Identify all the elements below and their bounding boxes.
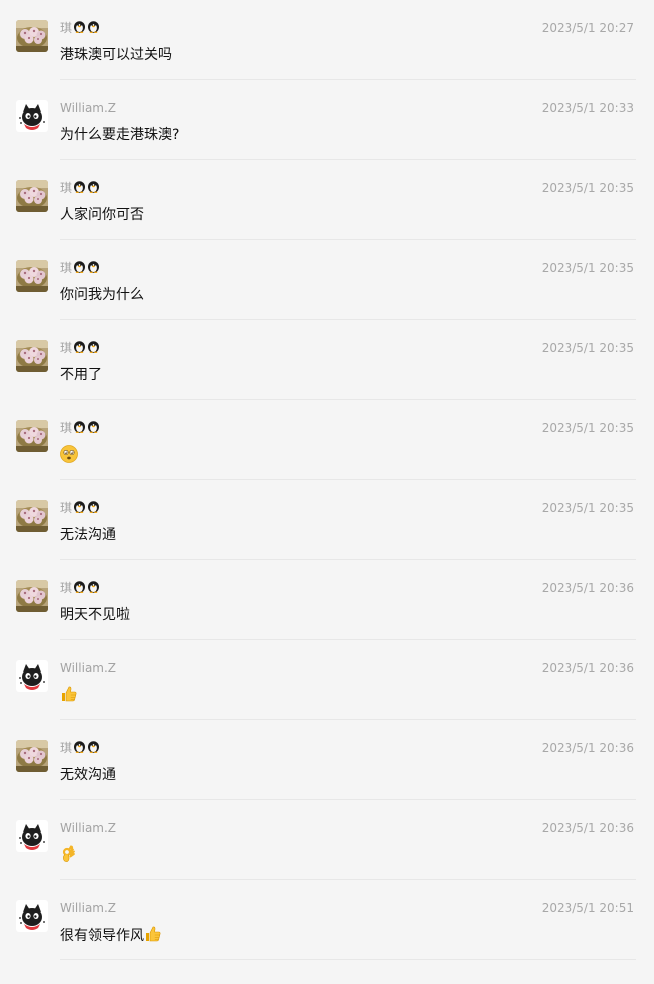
penguin-emoji-icon [87,261,100,273]
black-cat-avatar[interactable] [16,660,48,692]
sender-name: 琪 [60,500,100,516]
message-timestamp: 2023/5/1 20:27 [541,21,634,35]
message-text[interactable]: 不用了 [60,365,102,385]
message-timestamp: 2023/5/1 20:36 [541,661,634,675]
dizzy-face-emoji-icon [60,445,78,463]
message-text[interactable]: 无效沟通 [60,765,116,785]
message-timestamp: 2023/5/1 20:36 [541,821,634,835]
message-item: 琪 2023/5/1 20:35 无法沟通 [0,480,654,560]
steamed-buns-avatar[interactable] [16,20,48,52]
penguin-emoji-icon [73,581,86,593]
message-timestamp: 2023/5/1 20:33 [541,101,634,115]
message-timestamp: 2023/5/1 20:51 [541,901,634,915]
penguin-emoji-icon [87,181,100,193]
message-item: 琪 2023/5/1 20:35 [0,400,654,480]
message-item: William.Z 2023/5/1 20:51 很有领导作风 [0,880,654,960]
steamed-buns-avatar[interactable] [16,500,48,532]
message-item: William.Z 2023/5/1 20:33 为什么要走港珠澳? [0,80,654,160]
penguin-emoji-icon [73,261,86,273]
message-text[interactable]: 为什么要走港珠澳? [60,125,179,145]
steamed-buns-avatar[interactable] [16,260,48,292]
message-text[interactable]: 人家问你可否 [60,205,144,225]
message-timestamp: 2023/5/1 20:35 [541,261,634,275]
message-timestamp: 2023/5/1 20:35 [541,501,634,515]
message-text[interactable] [60,845,78,866]
penguin-emoji-icon [73,501,86,513]
penguin-emoji-icon [87,581,100,593]
thumbs-up-emoji-icon [144,925,162,943]
sender-name: 琪 [60,20,100,36]
message-timestamp: 2023/5/1 20:36 [541,741,634,755]
steamed-buns-avatar[interactable] [16,180,48,212]
penguin-emoji-icon [73,741,86,753]
chat-history-list: 琪 2023/5/1 20:27 港珠澳可以过关吗 William.Z 2023… [0,0,654,984]
message-text[interactable]: 无法沟通 [60,525,116,545]
penguin-emoji-icon [73,21,86,33]
sender-name: William.Z [60,821,117,835]
steamed-buns-avatar[interactable] [16,580,48,612]
penguin-emoji-icon [87,421,100,433]
sender-name: 琪 [60,260,100,276]
message-text[interactable] [60,685,78,706]
message-timestamp: 2023/5/1 20:36 [541,581,634,595]
penguin-emoji-icon [87,501,100,513]
message-text[interactable]: 港珠澳可以过关吗 [60,45,172,65]
message-item: 琪 2023/5/1 20:35 不用了 [0,320,654,400]
black-cat-avatar[interactable] [16,820,48,852]
black-cat-avatar[interactable] [16,100,48,132]
penguin-emoji-icon [73,341,86,353]
message-item: 琪 2023/5/1 20:35 你问我为什么 [0,240,654,320]
sender-name: 琪 [60,180,100,196]
divider [60,959,636,960]
message-item: William.Z 2023/5/1 20:36 [0,640,654,720]
steamed-buns-avatar[interactable] [16,340,48,372]
penguin-emoji-icon [73,181,86,193]
message-item: William.Z 2023/5/1 20:36 [0,800,654,880]
message-item: 琪 2023/5/1 20:27 港珠澳可以过关吗 [0,0,654,80]
black-cat-avatar[interactable] [16,900,48,932]
penguin-emoji-icon [87,741,100,753]
sender-name: 琪 [60,340,100,356]
sender-name: William.Z [60,901,117,915]
message-text[interactable]: 你问我为什么 [60,285,144,305]
sender-name: William.Z [60,101,117,115]
steamed-buns-avatar[interactable] [16,740,48,772]
message-timestamp: 2023/5/1 20:35 [541,421,634,435]
message-item: 琪 2023/5/1 20:36 无效沟通 [0,720,654,800]
sender-name: 琪 [60,740,100,756]
thumbs-up-emoji-icon [60,685,78,703]
steamed-buns-avatar[interactable] [16,420,48,452]
sender-name: 琪 [60,420,100,436]
message-item: 琪 2023/5/1 20:36 明天不见啦 [0,560,654,640]
message-timestamp: 2023/5/1 20:35 [541,181,634,195]
message-text[interactable]: 很有领导作风 [60,925,162,946]
penguin-emoji-icon [73,421,86,433]
penguin-emoji-icon [87,341,100,353]
sender-name: 琪 [60,580,100,596]
message-text[interactable] [60,445,78,466]
message-text[interactable]: 明天不见啦 [60,605,130,625]
penguin-emoji-icon [87,21,100,33]
ok-hand-emoji-icon [60,845,78,863]
sender-name: William.Z [60,661,117,675]
message-item: 琪 2023/5/1 20:35 人家问你可否 [0,160,654,240]
message-timestamp: 2023/5/1 20:35 [541,341,634,355]
